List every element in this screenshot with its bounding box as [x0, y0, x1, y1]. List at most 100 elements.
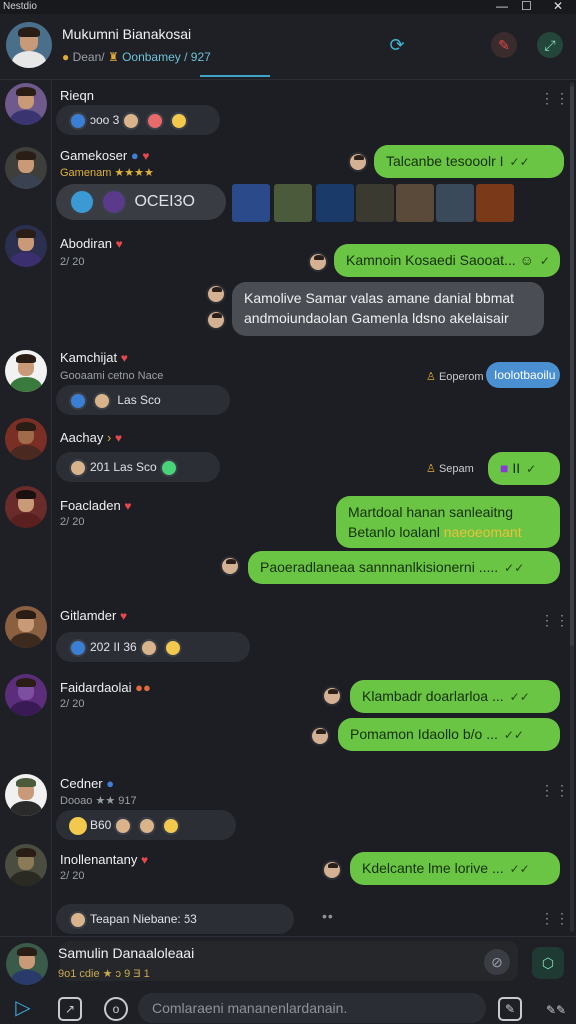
reaction-bar[interactable]: Teapan Niebane: ɔ̃3 — [56, 904, 294, 934]
sender-name: Gamekoser ● ♥ — [60, 148, 150, 163]
status-pill[interactable]: Ioolotbaoilu — [486, 362, 560, 388]
reaction-bar[interactable]: Las Sco — [56, 385, 230, 415]
composer-reply-preview[interactable] — [60, 941, 518, 981]
read-ticks-icon: ✓✓ — [509, 862, 530, 876]
read-ticks-icon: ✓✓ — [509, 690, 530, 704]
avatar[interactable] — [5, 486, 47, 528]
avatar[interactable] — [5, 83, 47, 125]
reply-avatar — [348, 152, 368, 172]
more-icon[interactable]: ⋮⋮ — [540, 910, 570, 927]
sender-name: Faidardaolai ●● — [60, 680, 151, 695]
bubble-text: II — [512, 460, 521, 476]
reaction-bar[interactable]: 202 II 36 — [56, 632, 250, 662]
outgoing-bubble[interactable]: Klambadr doarlarloa ... ✓✓ — [350, 680, 560, 713]
message-list[interactable]: Rieqn ɔoo 3 ⋮⋮ Gamekoser ● ♥ Gamenam ★★★… — [52, 80, 576, 936]
avatar[interactable] — [5, 147, 47, 189]
expand-icon[interactable]: ⤢ — [537, 32, 563, 58]
sync-icon[interactable]: ⟳ — [384, 32, 410, 58]
sender-name-text: Cedner — [60, 776, 103, 791]
outgoing-bubble[interactable]: Paoeradlaneaa sannnanlkisionerni ..... ✓✓ — [248, 551, 560, 584]
bubble-text-line: Martdoal hanan sanleaitng — [348, 504, 514, 520]
sender-name-text: Inollenantany — [60, 852, 138, 867]
maximize-button[interactable]: ☐ — [521, 0, 532, 13]
sender-sub: 2/ 20 — [60, 516, 85, 528]
incoming-bubble[interactable]: Kamolive Samar valas amane danial bbmat a… — [232, 282, 544, 336]
heart-icon: ♥ — [115, 237, 123, 251]
avatar[interactable] — [5, 674, 47, 716]
bubble-text: Kamnoin Kosaedi Saooat... — [346, 252, 516, 268]
media-thumbnail[interactable] — [274, 184, 312, 222]
attach-icon[interactable]: ⊘ — [484, 949, 510, 975]
menu-icon[interactable]: ✎✎ — [540, 997, 572, 1023]
tag-text: Sepam — [438, 463, 474, 475]
avatar[interactable] — [5, 844, 47, 886]
header-avatar[interactable] — [6, 22, 52, 68]
outgoing-bubble[interactable]: Talcanbe tesooolr I ✓✓ — [374, 145, 564, 178]
chat-header: Mukumni Bianakosai ● Dean/ ♜ Oonbamey / … — [0, 14, 576, 80]
media-thumbnail[interactable] — [232, 184, 270, 222]
window-title: Nestdio — [3, 1, 37, 12]
more-icon[interactable]: ⋮⋮ — [540, 90, 570, 107]
group-icon: ♜ — [107, 50, 119, 64]
tag-icon: ♙ — [426, 463, 436, 475]
sender-name-text: Faidardaolai — [60, 680, 132, 695]
chat-window: Nestdio — ☐ ✕ Mukumni Bianakosai ● Dean/… — [0, 0, 576, 1024]
reaction-text: Las Sco — [117, 393, 161, 407]
send-icon[interactable]: ▷ — [10, 995, 36, 1021]
shield-icon[interactable]: ⬡ — [532, 947, 564, 979]
avatar[interactable] — [5, 350, 47, 392]
reaction-bar[interactable]: B60 — [56, 810, 236, 840]
tag-icon: ♙ — [426, 371, 436, 383]
heart-icon: ♥ — [124, 499, 132, 513]
scrollbar-thumb[interactable] — [570, 86, 574, 646]
message-input[interactable]: Comlaraeni mananenlardanain. — [138, 993, 486, 1023]
tag-label: ♙ Sepam — [426, 462, 474, 475]
sender-name: Cedner ● — [60, 776, 115, 791]
avatar[interactable] — [6, 943, 48, 985]
reply-avatar — [308, 252, 328, 272]
read-ticks-icon: ✓✓ — [509, 155, 530, 169]
outgoing-bubble[interactable]: Pomamon Idaollo b/o ... ✓✓ — [338, 718, 560, 751]
more-icon[interactable]: ⋮⋮ — [540, 782, 570, 799]
bubble-text-highlight: naeoeomant — [443, 524, 522, 540]
bubble-text: Kdelcante lme lorive ... — [362, 860, 504, 876]
media-thumbnail[interactable] — [476, 184, 514, 222]
outgoing-bubble[interactable]: Kdelcante lme lorive ... ✓✓ — [350, 852, 560, 885]
reaction-text: B60 — [90, 818, 112, 832]
media-thumbnail[interactable] — [356, 184, 394, 222]
avatar[interactable] — [5, 225, 47, 267]
bubble-text: Talcanbe tesooolr I — [386, 153, 504, 169]
heart-icon: ♥ — [120, 351, 128, 365]
media-thumbnail[interactable] — [316, 184, 354, 222]
bubble-text-line: Kamolive Samar valas amane danial bbmat — [244, 290, 515, 306]
reaction-bar[interactable]: ɔoo 3 — [56, 105, 220, 135]
outgoing-bubble[interactable]: ■ II ✓ — [488, 452, 560, 485]
sender-sub: 2/ 20 — [60, 256, 85, 268]
outgoing-bubble[interactable]: Martdoal hanan sanleaitng Betanlo loalanl… — [336, 496, 560, 548]
reaction-bar[interactable]: OCEI3O — [56, 184, 226, 220]
close-button[interactable]: ✕ — [553, 0, 563, 13]
reaction-text: OCEI3O — [134, 193, 195, 210]
reaction-bar[interactable]: 201 Las Sco — [56, 452, 220, 482]
file-icon[interactable]: ↗ — [58, 997, 82, 1021]
avatar[interactable] — [5, 418, 47, 460]
bubble-text-line: Betanlo loalanl naeoeomant — [348, 522, 548, 542]
more-icon[interactable]: •• — [322, 908, 334, 924]
minimize-button[interactable]: — — [496, 0, 508, 13]
avatar-column — [0, 80, 52, 936]
sender-name-text: Gitlamder — [60, 608, 117, 623]
avatar[interactable] — [5, 774, 47, 816]
pin-icon[interactable]: ✎ — [491, 32, 517, 58]
outgoing-bubble[interactable]: Kamnoin Kosaedi Saooat... ☺ ✓ — [334, 244, 560, 277]
more-icon[interactable]: ⋮⋮ — [540, 612, 570, 629]
media-thumbnail[interactable] — [436, 184, 474, 222]
camera-icon[interactable]: o — [104, 997, 128, 1021]
sender-sub: 2/ 20 — [60, 870, 85, 882]
bubble-text-span: Betanlo loalanl — [348, 524, 440, 540]
media-thumbnail[interactable] — [396, 184, 434, 222]
smile-icon: ☺ — [519, 252, 534, 268]
window-titlebar: Nestdio — ☐ ✕ — [0, 0, 576, 14]
edit-icon[interactable]: ✎ — [498, 997, 522, 1021]
bubble-text: Paoeradlaneaa sannnanlkisionerni ..... — [260, 559, 499, 575]
avatar[interactable] — [5, 606, 47, 648]
